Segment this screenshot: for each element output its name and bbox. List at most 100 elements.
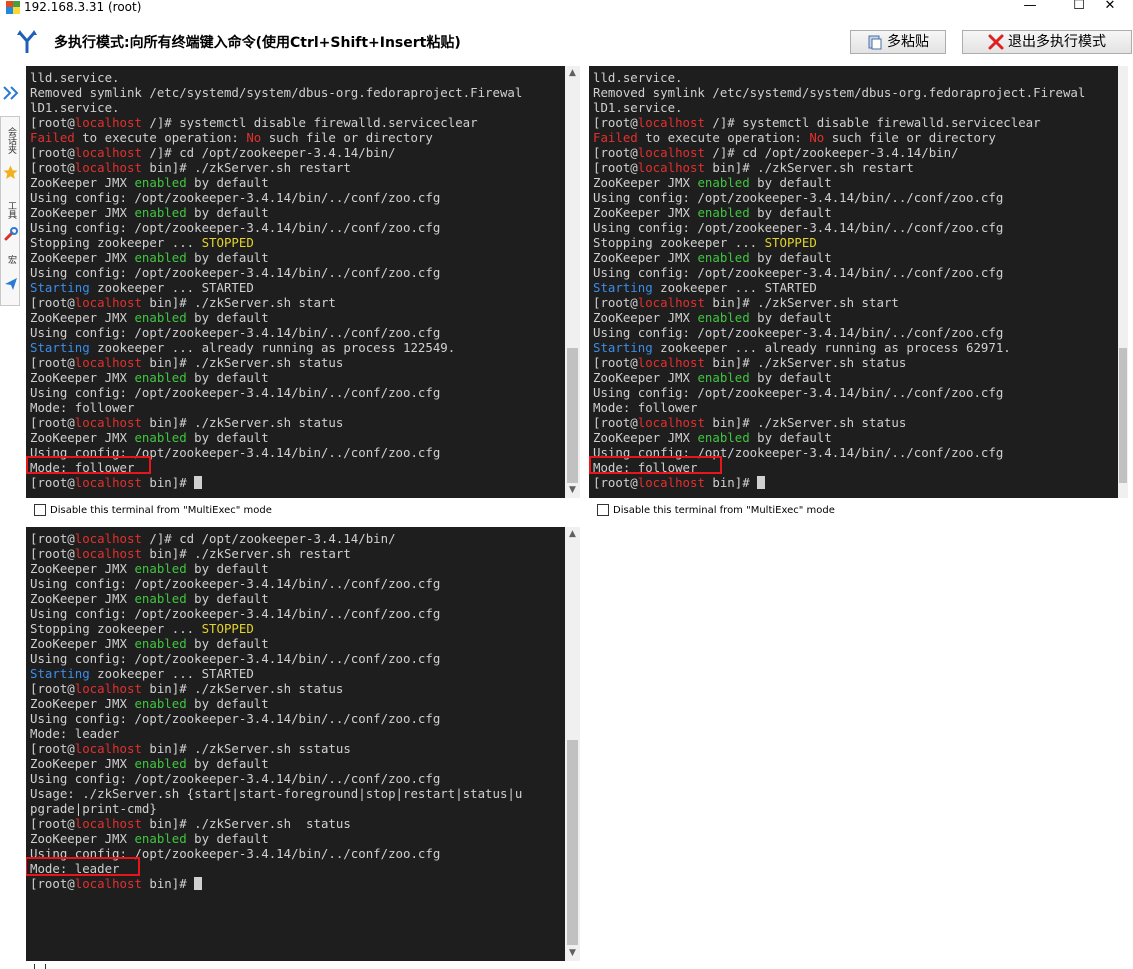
terminal-text: Usage: ./zkServer.sh {start|start-foregr…: [30, 786, 523, 801]
tool-icon[interactable]: [4, 227, 18, 241]
terminal-text: enabled: [134, 310, 187, 325]
scroll-up-arrow[interactable]: ▲: [565, 527, 580, 542]
multiexec-mode-icon: [17, 30, 37, 53]
terminal-text: localhost: [637, 295, 705, 310]
window-title: 192.168.3.31 (root): [24, 0, 142, 14]
scroll-thumb[interactable]: [567, 348, 578, 483]
terminal-text: Starting: [30, 340, 90, 355]
disable-multiexec-checkbox[interactable]: [597, 504, 609, 516]
exit-multiexec-label: 退出多执行模式: [1008, 34, 1106, 50]
terminal-line: [root@localhost bin]# ./zkServer.sh stat…: [30, 415, 522, 430]
terminal-top-right-scrollbar[interactable]: [1118, 66, 1128, 498]
terminal-text: enabled: [697, 310, 750, 325]
disable-multiexec-checkbox[interactable]: [34, 964, 46, 969]
scroll-down-arrow[interactable]: ▼: [565, 946, 580, 961]
terminal-text: bin]# ./zkServer.sh status: [704, 415, 907, 430]
multi-paste-button[interactable]: 多粘贴: [850, 30, 946, 54]
terminal-text: bin]# ./zkServer.sh start: [141, 295, 336, 310]
scroll-thumb[interactable]: [567, 740, 578, 945]
scroll-thumb[interactable]: [1119, 348, 1127, 483]
expand-sidebar-icon[interactable]: [3, 86, 19, 100]
terminal-text: by default: [186, 250, 269, 265]
terminal-text: [root@: [30, 160, 75, 175]
terminal-text: pgrade|print-cmd}: [30, 801, 157, 816]
terminal-line: Starting zookeeper ... already running a…: [593, 340, 1085, 355]
close-button[interactable]: ✕: [1087, 0, 1133, 14]
terminal-text: ZooKeeper JMX: [593, 250, 698, 265]
terminal-text: STOPPED: [201, 235, 254, 250]
terminal-text: by default: [749, 370, 832, 385]
disable-multiexec-row[interactable]: [34, 964, 46, 969]
terminal-text: localhost: [74, 415, 142, 430]
terminal-text: by default: [749, 175, 832, 190]
terminal-text: /]# cd /opt/zookeeper-3.4.14/bin/: [704, 145, 959, 160]
terminal-line: [root@localhost bin]# ./zkServer.sh stat…: [30, 355, 522, 370]
terminal-text: lld.service.: [593, 70, 683, 85]
terminal-text: by default: [749, 250, 832, 265]
terminal-text: bin]# ./zkServer.sh restart: [141, 160, 351, 175]
mode-highlight-box: [26, 857, 140, 876]
terminal-text: [root@: [30, 355, 75, 370]
terminal-line: Stopping zookeeper ... STOPPED: [30, 235, 522, 250]
sidebar-label-sessions[interactable]: 会话夹: [6, 127, 16, 154]
terminal-text: Starting: [593, 280, 653, 295]
terminal-text: Using config: /opt/zookeeper-3.4.14/bin/…: [593, 385, 1004, 400]
terminal-text: [root@: [593, 160, 638, 175]
terminal-text: by default: [186, 205, 269, 220]
scroll-down-arrow[interactable]: ▼: [565, 483, 580, 498]
disable-multiexec-row[interactable]: Disable this terminal from "MultiExec" m…: [34, 503, 272, 517]
terminal-text: lD1.service.: [593, 100, 683, 115]
terminal-text: bin]# ./zkServer.sh sstatus: [141, 741, 351, 756]
sidebar-label-tools[interactable]: 工具: [6, 201, 16, 219]
terminal-text: No: [809, 130, 825, 145]
disable-multiexec-checkbox[interactable]: [34, 504, 46, 516]
terminal-text: zookeeper ... STARTED: [652, 280, 817, 295]
terminal-line: ZooKeeper JMX enabled by default: [593, 175, 1085, 190]
terminal-text: zookeeper ... STARTED: [89, 666, 254, 681]
terminal-text: enabled: [134, 591, 187, 606]
terminal-top-left-scrollbar[interactable]: ▲ ▼: [565, 66, 580, 498]
terminal-line: [root@localhost bin]# ./zkServer.sh star…: [30, 295, 522, 310]
terminal-text: Mode: follower: [30, 400, 135, 415]
terminal-text: such file or directory: [824, 130, 996, 145]
terminal-text: enabled: [134, 250, 187, 265]
terminal-line: lD1.service.: [30, 100, 522, 115]
terminal-text: No: [246, 130, 262, 145]
multiexec-mode-text: 多执行模式:向所有终端键入命令(使用Ctrl+Shift+Insert粘贴): [54, 35, 461, 51]
terminal-text: localhost: [637, 160, 705, 175]
terminal-line: ZooKeeper JMX enabled by default: [30, 175, 522, 190]
sidebar-label-macros[interactable]: 宏: [6, 255, 16, 264]
terminal-bottom-left[interactable]: [root@localhost /]# cd /opt/zookeeper-3.…: [26, 527, 565, 961]
terminal-line: ZooKeeper JMX enabled by default: [593, 370, 1085, 385]
terminal-text: Mode: leader: [30, 726, 120, 741]
terminal-text: Using config: /opt/zookeeper-3.4.14/bin/…: [30, 606, 441, 621]
exit-multiexec-button[interactable]: 退出多执行模式: [962, 30, 1132, 54]
terminal-line: Using config: /opt/zookeeper-3.4.14/bin/…: [593, 385, 1085, 400]
terminal-top-right[interactable]: lld.service. Removed symlink /etc/systemd…: [589, 66, 1128, 498]
terminal-text: localhost: [74, 741, 142, 756]
terminal-text: bin]# ./zkServer.sh restart: [704, 160, 914, 175]
red-x-icon: [988, 34, 1004, 50]
send-icon[interactable]: [4, 277, 18, 291]
terminal-line: Removed symlink /etc/systemd/system/dbus…: [30, 85, 522, 100]
terminal-text: ZooKeeper JMX: [30, 636, 135, 651]
terminal-text: by default: [186, 591, 269, 606]
terminal-text: bin]#: [704, 475, 758, 490]
terminal-text: ZooKeeper JMX: [593, 175, 698, 190]
terminal-text: [root@: [30, 876, 75, 891]
terminal-bottom-left-scrollbar[interactable]: ▲ ▼: [565, 527, 580, 961]
disable-multiexec-row[interactable]: Disable this terminal from "MultiExec" m…: [597, 503, 835, 517]
terminal-text: ZooKeeper JMX: [593, 370, 698, 385]
terminal-line: [root@localhost bin]#: [30, 475, 522, 490]
terminal-cursor: [194, 877, 203, 890]
terminal-top-left[interactable]: lld.service. Removed symlink /etc/systemd…: [26, 66, 565, 498]
terminal-text: Stopping zookeeper ...: [30, 235, 202, 250]
paste-icon: [868, 35, 882, 50]
star-icon[interactable]: [3, 165, 18, 180]
terminal-text: enabled: [697, 205, 750, 220]
terminal-text: Using config: /opt/zookeeper-3.4.14/bin/…: [30, 190, 441, 205]
terminal-text: localhost: [74, 531, 142, 546]
scroll-up-arrow[interactable]: ▲: [565, 66, 580, 81]
terminal-line: Mode: follower: [593, 400, 1085, 415]
minimize-button[interactable]: —: [1007, 0, 1053, 14]
